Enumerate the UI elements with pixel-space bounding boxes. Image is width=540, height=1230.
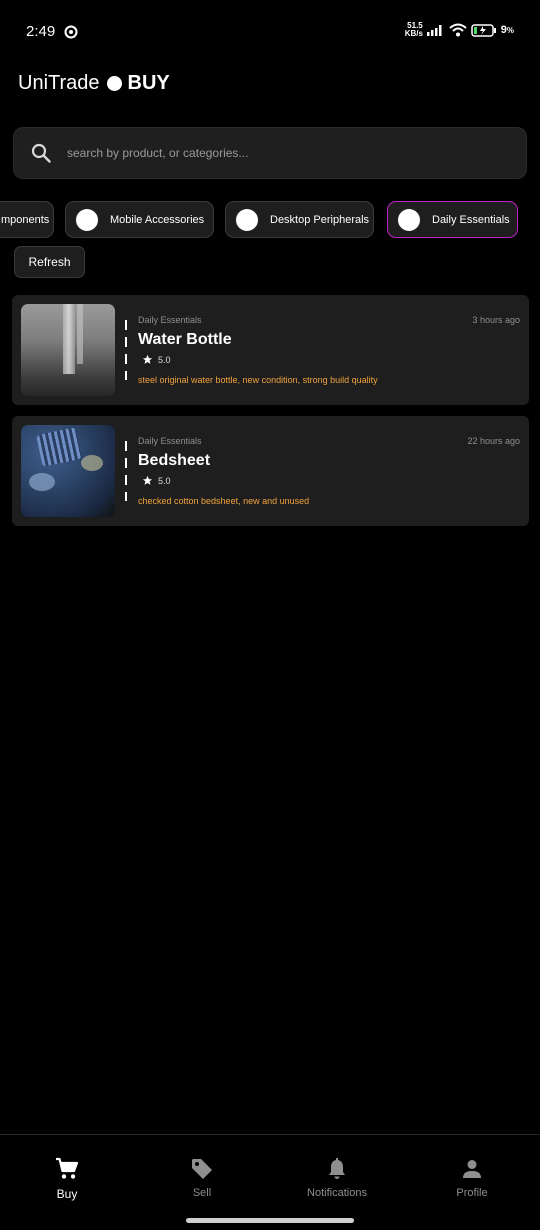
chip-label: Mobile Accessories xyxy=(110,213,205,226)
search-icon xyxy=(31,143,51,163)
product-time: 22 hours ago xyxy=(467,436,520,446)
rating-value: 5.0 xyxy=(158,354,171,365)
chip-icon xyxy=(398,208,420,231)
chip-mobile-accessories[interactable]: Mobile Accessories xyxy=(65,201,214,238)
product-description: steel original water bottle, new conditi… xyxy=(138,375,378,385)
app-header: UniTrade BUY xyxy=(18,70,170,96)
chip-desktop-peripherals[interactable]: Desktop Peripherals xyxy=(225,201,374,238)
nav-label: Sell xyxy=(192,1187,212,1199)
product-category: Daily Essentials xyxy=(138,315,202,325)
app-name: UniTrade xyxy=(18,71,100,94)
star-icon xyxy=(142,354,153,364)
home-indicator[interactable] xyxy=(186,1218,354,1223)
product-image xyxy=(21,304,115,396)
signal-icon xyxy=(426,25,442,36)
chip-label: mponents xyxy=(1,213,50,226)
nav-label: Notifications xyxy=(307,1187,367,1199)
product-card[interactable]: Daily Essentials 3 hours ago Water Bottl… xyxy=(12,295,529,405)
nav-sell[interactable]: Sell xyxy=(142,1157,262,1199)
mode-indicator-dot xyxy=(106,75,122,91)
chip-label: Desktop Peripherals xyxy=(270,213,370,226)
status-bar: 2:49 51.5 KB/s 9% xyxy=(0,0,540,62)
nav-buy[interactable]: Buy xyxy=(7,1157,127,1201)
chip-components[interactable]: mponents xyxy=(0,201,54,238)
tag-icon xyxy=(192,1159,212,1179)
nav-label: Profile xyxy=(456,1187,488,1199)
bottom-nav: Buy Sell Notifications Profile xyxy=(0,1134,540,1230)
star-icon xyxy=(142,475,153,485)
battery-icon xyxy=(471,23,496,37)
product-rating: 5.0 xyxy=(142,475,171,486)
rating-value: 5.0 xyxy=(158,475,171,486)
net-speed: 51.5 KB/s xyxy=(404,21,423,38)
product-time: 3 hours ago xyxy=(472,315,520,325)
person-icon xyxy=(463,1160,481,1178)
nav-label: Buy xyxy=(56,1187,78,1201)
cart-icon xyxy=(56,1157,79,1179)
wifi-icon xyxy=(449,23,467,37)
chip-icon xyxy=(236,208,258,231)
bell-icon xyxy=(329,1158,345,1179)
product-title: Bedsheet xyxy=(138,452,211,469)
search-bar[interactable] xyxy=(13,127,527,179)
mode-label: BUY xyxy=(127,71,170,94)
divider xyxy=(125,441,127,501)
chip-icon xyxy=(76,208,98,231)
battery-percent: 9% xyxy=(500,24,514,36)
product-category: Daily Essentials xyxy=(138,436,202,446)
product-rating: 5.0 xyxy=(142,354,171,365)
product-card[interactable]: Daily Essentials 22 hours ago Bedsheet 5… xyxy=(12,416,529,526)
status-time: 2:49 xyxy=(26,23,56,40)
divider xyxy=(125,320,127,380)
sync-icon xyxy=(64,25,78,39)
chip-label: Daily Essentials xyxy=(432,213,510,226)
product-description: checked cotton bedsheet, new and unused xyxy=(138,496,310,506)
chip-daily-essentials[interactable]: Daily Essentials xyxy=(387,201,518,238)
refresh-button[interactable]: Refresh xyxy=(14,246,85,278)
product-image xyxy=(21,425,115,517)
product-title: Water Bottle xyxy=(138,331,232,348)
nav-notifications[interactable]: Notifications xyxy=(277,1157,397,1199)
search-input[interactable] xyxy=(67,146,487,160)
category-chips: mponents Mobile Accessories Desktop Peri… xyxy=(0,201,540,238)
status-indicators: 51.5 KB/s 9% xyxy=(405,22,514,38)
nav-profile[interactable]: Profile xyxy=(412,1157,532,1199)
